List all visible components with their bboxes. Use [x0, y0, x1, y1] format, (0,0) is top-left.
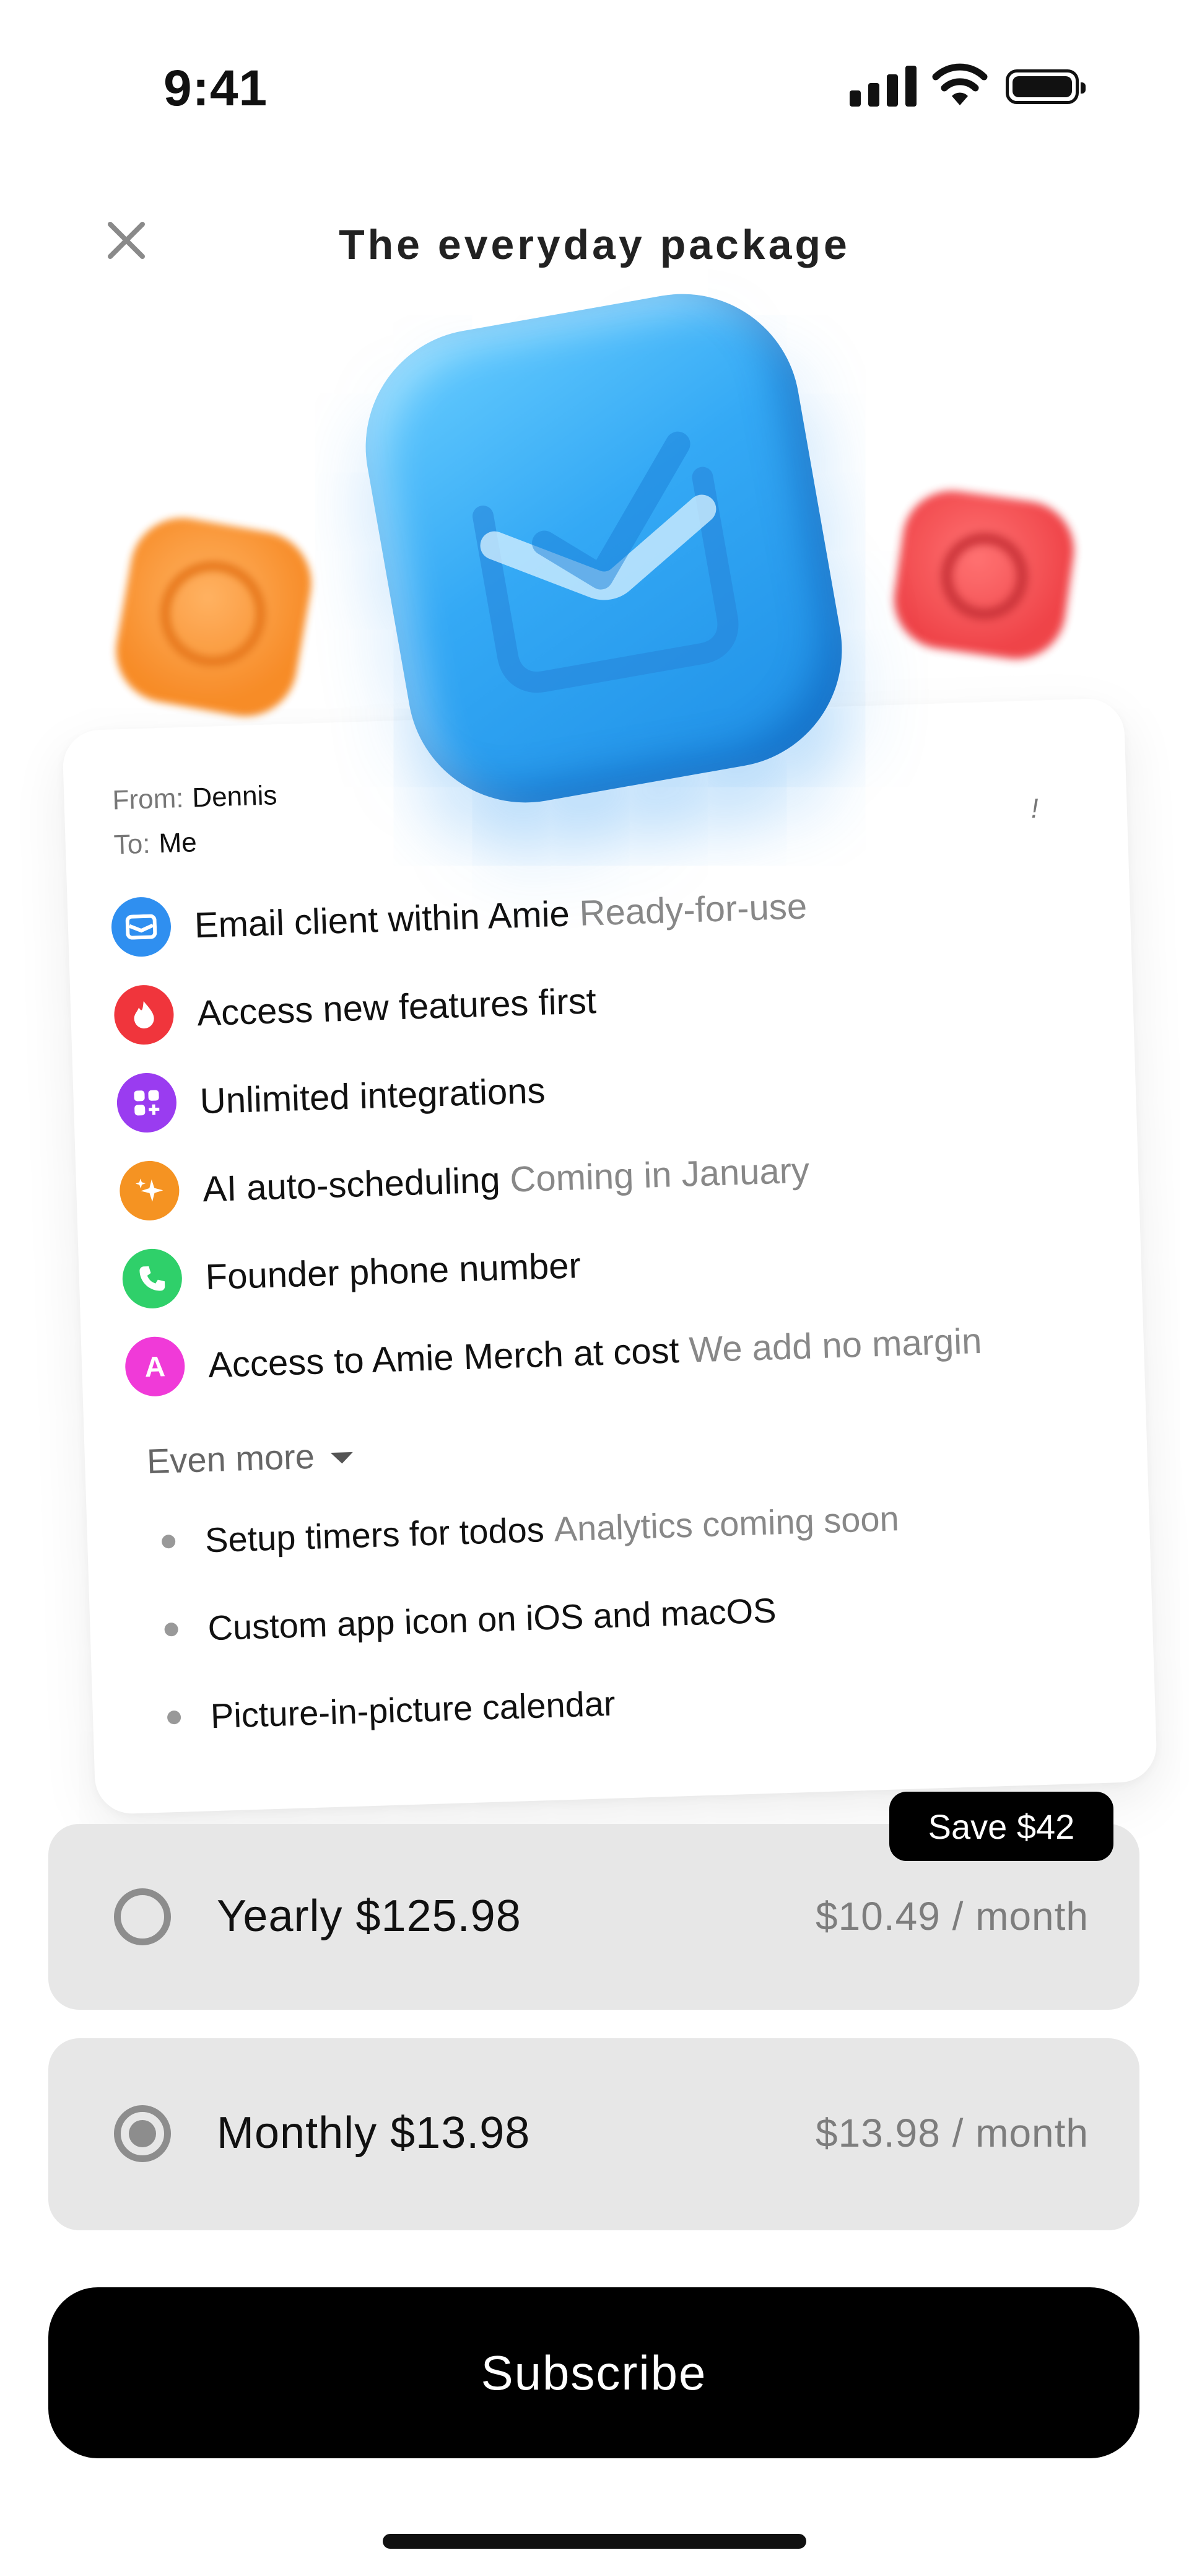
- list-item: Setup timers for todos Analytics coming s…: [161, 1498, 900, 1561]
- monthly-plan-label: Monthly $13.98: [217, 2108, 531, 2158]
- package-card: From: Dennis To: Me ! Email client within …: [62, 698, 1158, 1815]
- list-item: Picture-in-picture calendar: [167, 1683, 625, 1737]
- card-mark: !: [1030, 793, 1039, 824]
- target-badge-icon: [887, 484, 1081, 666]
- monthly-plan-monthly-price: $13.98 / month: [816, 2111, 1089, 2155]
- checkmark-badge-icon: [108, 509, 320, 725]
- to-value: Me: [158, 827, 198, 859]
- feature-item: AI auto-scheduling Coming in January: [118, 1139, 811, 1222]
- feature-item: Unlimited integrations: [116, 1059, 556, 1134]
- to-line: To: Me: [113, 827, 198, 861]
- page-title: The everyday package: [339, 221, 850, 268]
- yearly-plan-monthly-price: $10.49 / month: [816, 1894, 1089, 1939]
- feature-item: Access new features first: [113, 970, 607, 1047]
- feature-item: A Access to Amie Merch at cost We add no …: [124, 1310, 983, 1398]
- subscribe-button[interactable]: Subscribe: [48, 2287, 1139, 2458]
- yearly-plan-label: Yearly $125.98: [217, 1891, 521, 1941]
- status-time: 9:41: [163, 60, 268, 116]
- cellular-signal-icon: [850, 66, 917, 107]
- wifi-icon: [932, 63, 988, 105]
- phone-icon: [121, 1248, 183, 1310]
- monthly-radio[interactable]: [114, 2105, 171, 2162]
- inbox-check-icon: [347, 275, 861, 821]
- battery-icon: [1006, 69, 1086, 104]
- save-badge: Save $42: [889, 1792, 1113, 1861]
- yearly-radio[interactable]: [114, 1888, 171, 1945]
- chevron-down-icon: [330, 1452, 354, 1465]
- from-value: Dennis: [191, 780, 278, 813]
- from-line: From: Dennis: [111, 780, 278, 816]
- feature-item: Founder phone number: [121, 1234, 591, 1311]
- monthly-plan-option[interactable]: Monthly $13.98 $13.98 / month: [48, 2038, 1139, 2230]
- grid-icon: [116, 1072, 178, 1134]
- sparkle-icon: [118, 1160, 180, 1222]
- feature-item: Email client within Amie Ready-for-use: [110, 875, 808, 958]
- list-item: Custom app icon on iOS and macOS: [164, 1590, 787, 1650]
- even-more-toggle[interactable]: Even more: [146, 1435, 354, 1481]
- letter-a-icon: A: [124, 1336, 186, 1398]
- mail-icon: [110, 896, 172, 958]
- home-indicator[interactable]: [383, 2534, 806, 2549]
- flame-icon: [113, 984, 175, 1046]
